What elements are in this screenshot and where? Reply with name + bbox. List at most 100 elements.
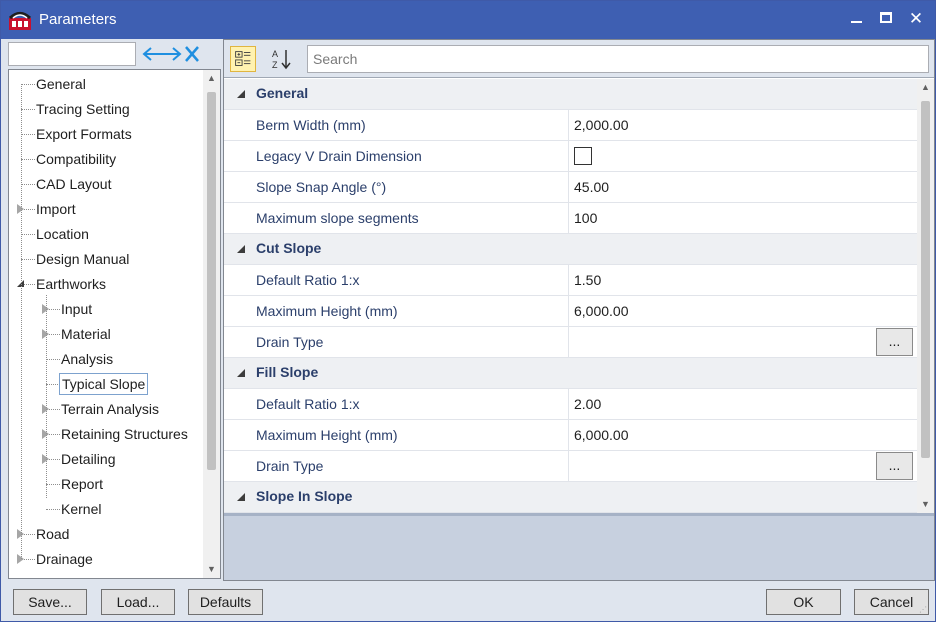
title-bar[interactable]: Parameters ✕ xyxy=(1,1,935,39)
tree-item[interactable]: Design Manual xyxy=(9,248,204,270)
category-collapse-icon[interactable] xyxy=(237,90,245,98)
property-value[interactable]: 2,000.00 xyxy=(574,110,874,140)
property-value[interactable]: 100 xyxy=(574,203,874,233)
category-label: Fill Slope xyxy=(256,364,319,380)
tree-item[interactable]: Analysis xyxy=(9,348,204,370)
category-row[interactable]: Fill Slope xyxy=(224,358,917,389)
scroll-up-icon[interactable]: ▲ xyxy=(203,70,220,87)
tree-item-label: Input xyxy=(61,301,93,317)
tree-connector-line xyxy=(46,484,60,485)
ok-button[interactable]: OK xyxy=(766,589,841,615)
tree-item[interactable]: Terrain Analysis xyxy=(9,398,204,420)
property-toolbar: A Z Search xyxy=(224,40,934,78)
property-value[interactable]: 6,000.00 xyxy=(574,296,874,326)
property-value[interactable]: 6,000.00 xyxy=(574,420,874,450)
tree-item-label: Compatibility xyxy=(36,151,117,167)
tree-item[interactable]: Typical Slope xyxy=(9,373,204,395)
grid-scroll-down-icon[interactable]: ▼ xyxy=(917,496,934,513)
grid-scroll-thumb[interactable] xyxy=(921,101,930,458)
tree-item[interactable]: Kernel xyxy=(9,498,204,520)
tree-item-label: Export Formats xyxy=(36,126,132,142)
category-label: Cut Slope xyxy=(256,240,322,256)
tree-item[interactable]: Drainage xyxy=(9,548,204,570)
tree-item[interactable]: Road xyxy=(9,523,204,545)
tree-item[interactable]: Tracing Setting xyxy=(9,98,204,120)
property-row[interactable]: Maximum Height (mm) 6,000.00 xyxy=(224,420,917,451)
window-title: Parameters xyxy=(39,11,117,28)
category-collapse-icon[interactable] xyxy=(237,245,245,253)
property-row[interactable]: Berm Width (mm) 2,000.00 xyxy=(224,110,917,141)
filter-input[interactable] xyxy=(8,42,136,66)
property-grid[interactable]: General Berm Width (mm) 2,000.00 Legacy V D… xyxy=(224,79,917,513)
tree-item-label: Import xyxy=(36,201,76,217)
left-panel: General Tracing Setting Export Formats Comp… xyxy=(5,39,221,581)
property-row[interactable]: Default Ratio 1:x 1.50 xyxy=(224,265,917,296)
property-row[interactable]: Maximum slope segments 100 xyxy=(224,203,917,234)
categorized-view-icon[interactable] xyxy=(230,46,256,72)
tree-item[interactable]: Input xyxy=(9,298,204,320)
tree-scrollbar[interactable]: ▲ ▼ xyxy=(203,70,220,578)
scroll-down-icon[interactable]: ▼ xyxy=(203,561,220,578)
tree-item[interactable]: Export Formats xyxy=(9,123,204,145)
save-button[interactable]: Save... xyxy=(13,589,87,615)
category-collapse-icon[interactable] xyxy=(237,493,245,501)
property-value[interactable]: 45.00 xyxy=(574,172,874,202)
browse-button[interactable]: ... xyxy=(876,328,913,356)
grid-scrollbar[interactable]: ▲ ▼ xyxy=(917,79,934,513)
tree-guide-line xyxy=(21,84,22,559)
property-value[interactable]: 2.00 xyxy=(574,389,874,419)
search-input[interactable]: Search xyxy=(307,45,929,73)
cancel-button[interactable]: Cancel xyxy=(854,589,929,615)
defaults-button[interactable]: Defaults xyxy=(188,589,263,615)
property-value[interactable] xyxy=(574,451,874,481)
tree-item[interactable]: Location xyxy=(9,223,204,245)
property-name: Default Ratio 1:x xyxy=(224,389,569,419)
tree-item[interactable]: Report xyxy=(9,473,204,495)
svg-text:Z: Z xyxy=(272,60,278,70)
tree-connector-line xyxy=(46,359,60,360)
property-value[interactable] xyxy=(574,327,874,357)
load-button[interactable]: Load... xyxy=(101,589,175,615)
property-row[interactable]: Slope Snap Angle (°) 45.00 xyxy=(224,172,917,203)
grid-scroll-up-icon[interactable]: ▲ xyxy=(917,79,934,96)
tree-connector-line xyxy=(21,134,35,135)
category-tree[interactable]: General Tracing Setting Export Formats Comp… xyxy=(8,69,221,579)
clear-filter-icon[interactable] xyxy=(138,42,204,66)
property-checkbox[interactable] xyxy=(574,147,592,165)
tree-connector-line xyxy=(21,184,35,185)
minimize-icon[interactable] xyxy=(844,7,868,31)
resize-grip-icon[interactable]: ⋰ xyxy=(919,605,931,617)
property-row[interactable]: Drain Type... xyxy=(224,327,917,358)
property-name: Drain Type xyxy=(224,327,569,357)
category-row[interactable]: General xyxy=(224,79,917,110)
tree-guide-line xyxy=(46,295,47,498)
tree-item-label: Report xyxy=(61,476,104,492)
tree-connector-line xyxy=(21,259,35,260)
tree-scroll-thumb[interactable] xyxy=(207,92,216,470)
maximize-icon[interactable] xyxy=(874,7,898,31)
tree-item[interactable]: Import xyxy=(9,198,204,220)
tree-item-label: Earthworks xyxy=(36,276,107,292)
alphabetical-sort-icon[interactable]: A Z xyxy=(269,46,295,72)
browse-button[interactable]: ... xyxy=(876,452,913,480)
property-row[interactable]: Default Ratio 1:x 2.00 xyxy=(224,389,917,420)
tree-item[interactable]: Compatibility xyxy=(9,148,204,170)
property-value[interactable]: 1.50 xyxy=(574,265,874,295)
property-row[interactable]: Maximum Height (mm) 6,000.00 xyxy=(224,296,917,327)
category-row[interactable]: Cut Slope xyxy=(224,234,917,265)
tree-item[interactable]: Material xyxy=(9,323,204,345)
tree-item[interactable]: Retaining Structures xyxy=(9,423,204,445)
property-row[interactable]: Drain Type... xyxy=(224,451,917,482)
tree-item-label: Analysis xyxy=(61,351,114,367)
category-collapse-icon[interactable] xyxy=(237,369,245,377)
property-name: Drain Type xyxy=(224,451,569,481)
close-icon[interactable]: ✕ xyxy=(904,7,928,31)
tree-item[interactable]: Detailing xyxy=(9,448,204,470)
app-logo-icon xyxy=(8,12,32,30)
category-row[interactable]: Slope In Slope xyxy=(224,482,917,513)
property-name: Legacy V Drain Dimension xyxy=(224,141,569,171)
property-row[interactable]: Legacy V Drain Dimension xyxy=(224,141,917,172)
tree-item[interactable]: CAD Layout xyxy=(9,173,204,195)
tree-item[interactable]: Earthworks xyxy=(9,273,204,295)
tree-item[interactable]: General xyxy=(9,73,204,95)
